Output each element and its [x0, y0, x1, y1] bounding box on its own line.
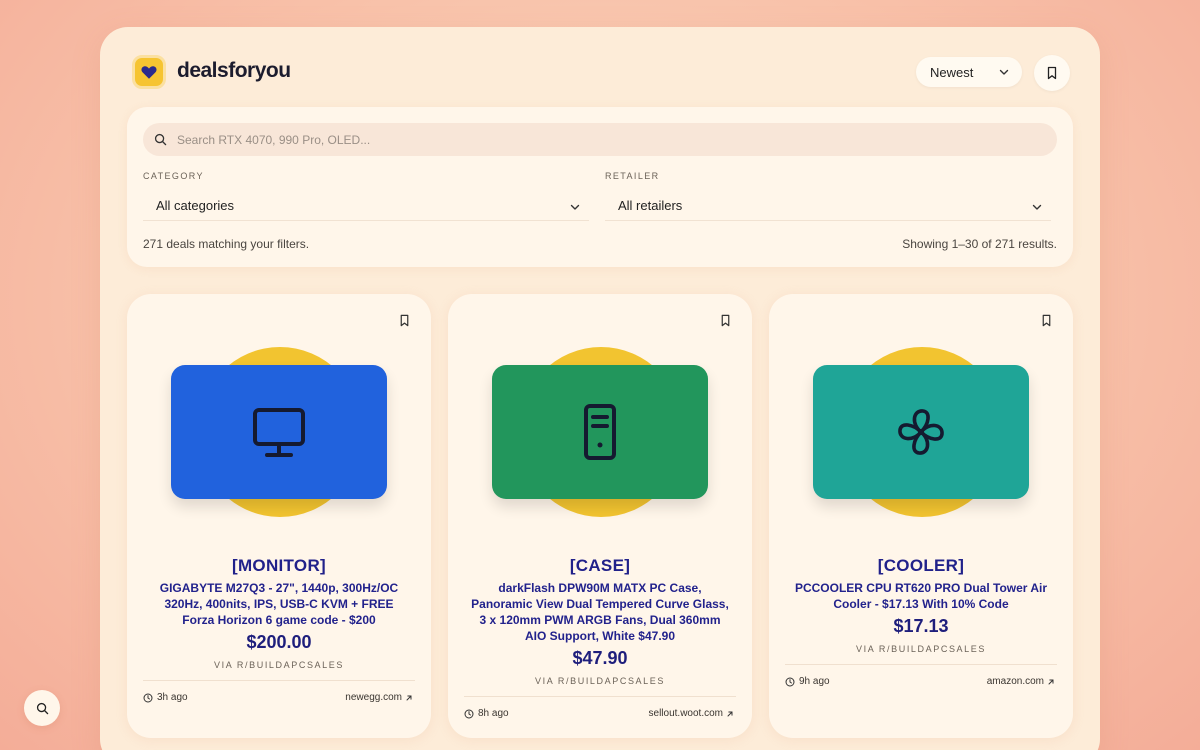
deal-category: [COOLER] — [877, 556, 965, 575]
bookmark-icon — [1047, 66, 1057, 80]
retailer-link[interactable]: amazon.com — [987, 676, 1055, 687]
category-select-value: All categories — [156, 198, 235, 213]
deal-category: [CASE] — [569, 556, 631, 575]
search-icon — [154, 133, 167, 146]
deal-time: 9h ago — [785, 676, 830, 687]
retailer-label: RETAILER — [605, 171, 660, 181]
main-panel: dealsforyou Newest CATEGORY All categori… — [100, 27, 1100, 750]
product-image — [492, 365, 708, 499]
saved-deals-button[interactable] — [1034, 55, 1070, 91]
chevron-down-icon — [570, 204, 580, 210]
results-range: Showing 1–30 of 271 results. — [902, 237, 1057, 251]
filter-panel: CATEGORY All categories RETAILER All ret… — [127, 107, 1073, 267]
search-icon — [36, 702, 48, 714]
external-link-icon — [1048, 679, 1054, 684]
deal-time: 3h ago — [143, 692, 188, 703]
deal-time-text: 8h ago — [478, 708, 509, 719]
deal-title[interactable]: GIGABYTE M27Q3 - 27", 1440p, 300Hz/OC 32… — [149, 580, 409, 628]
deal-price: $200.00 — [246, 632, 312, 652]
clock-icon — [464, 708, 474, 719]
deal-source: VIA R/BUILDAPCSALES — [214, 660, 344, 670]
category-label: CATEGORY — [143, 171, 204, 181]
category-select[interactable]: All categories — [143, 191, 589, 221]
clock-icon — [785, 676, 795, 687]
divider — [143, 680, 415, 681]
sort-select-value: Newest — [930, 64, 974, 80]
bookmark-icon[interactable] — [719, 314, 732, 327]
chevron-down-icon — [999, 69, 1009, 75]
brand-name[interactable]: dealsforyou — [177, 59, 291, 83]
retailer-link-text: amazon.com — [986, 676, 1044, 687]
floating-search-button[interactable] — [24, 690, 60, 726]
product-image — [171, 365, 387, 499]
deal-category: [MONITOR] — [232, 556, 326, 575]
logo[interactable] — [132, 55, 166, 89]
retailer-select[interactable]: All retailers — [605, 191, 1051, 221]
divider — [464, 696, 736, 697]
deal-price: $17.13 — [893, 616, 949, 636]
deal-card[interactable]: [CASE] darkFlash DPW90M MATX PC Case, Pa… — [448, 294, 752, 738]
retailer-link[interactable]: sellout.woot.com — [649, 708, 734, 719]
retailer-select-value: All retailers — [618, 198, 683, 213]
external-link-icon — [406, 695, 412, 700]
divider — [785, 664, 1057, 665]
deal-source: VIA R/BUILDAPCSALES — [535, 676, 665, 686]
bookmark-icon[interactable] — [398, 314, 411, 327]
deal-time-text: 3h ago — [157, 692, 188, 703]
chevron-down-icon — [1032, 204, 1042, 210]
clock-icon — [143, 692, 153, 703]
sort-select[interactable]: Newest — [916, 57, 1022, 87]
match-count: 271 deals matching your filters. — [143, 237, 310, 251]
deal-title[interactable]: PCCOOLER CPU RT620 PRO Dual Tower Air Co… — [791, 580, 1051, 612]
deal-time-text: 9h ago — [799, 676, 830, 687]
heart-icon — [141, 66, 157, 79]
deal-time: 8h ago — [464, 708, 509, 719]
external-link-icon — [727, 711, 733, 716]
retailer-link[interactable]: newegg.com — [345, 692, 413, 703]
monitor-icon — [253, 408, 305, 457]
deal-source: VIA R/BUILDAPCSALES — [856, 644, 986, 654]
deal-card[interactable]: [MONITOR] GIGABYTE M27Q3 - 27", 1440p, 3… — [127, 294, 431, 738]
search-bar[interactable] — [143, 123, 1057, 156]
deal-card[interactable]: [COOLER] PCCOOLER CPU RT620 PRO Dual Tow… — [769, 294, 1073, 738]
search-input[interactable] — [177, 132, 1057, 147]
retailer-link-text: newegg.com — [345, 692, 402, 703]
deal-price: $47.90 — [572, 648, 628, 668]
deal-title[interactable]: darkFlash DPW90M MATX PC Case, Panoramic… — [470, 580, 730, 644]
fan-icon — [898, 409, 944, 455]
pc-case-icon — [584, 404, 616, 460]
bookmark-icon[interactable] — [1040, 314, 1053, 327]
product-image — [813, 365, 1029, 499]
retailer-link-text: sellout.woot.com — [648, 708, 723, 719]
header: dealsforyou Newest — [132, 55, 1070, 91]
